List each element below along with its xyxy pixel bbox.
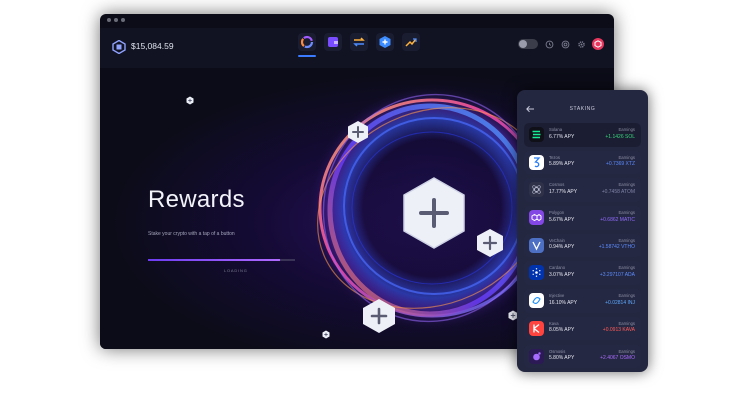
stake-plus-hex-right — [476, 228, 504, 258]
polygon-icon — [529, 210, 544, 226]
earnings-value: +0.6862 MATIC — [600, 216, 635, 223]
progress-fill — [148, 259, 281, 261]
staking-list: Solana 6.77% APY Earnings +1.1426 SOL Tezos 5… — [524, 123, 641, 372]
coin-name: Polygon — [549, 210, 565, 216]
app-logo-icon[interactable] — [112, 40, 126, 54]
wallet-icon — [328, 37, 338, 47]
plus-icon — [322, 330, 330, 339]
staking-row-tezos[interactable]: Tezos 5.89% APY Earnings +0.7369 XTZ — [524, 150, 641, 175]
loading-label: LOADING — [224, 268, 248, 273]
earnings-label: Earnings — [618, 182, 635, 188]
earnings-label: Earnings — [618, 348, 635, 354]
staking-row-injective[interactable]: Injective 16.10% APY Earnings +0.02814 INJ — [524, 289, 641, 313]
coin-name: Osmosis — [549, 348, 566, 354]
earnings-label: Earnings — [618, 210, 635, 216]
wallet-tab[interactable] — [324, 33, 342, 51]
staking-title: STAKING — [569, 106, 596, 112]
earnings-label: Earnings — [618, 293, 635, 299]
stake-plus-hex-bottom — [362, 298, 396, 334]
coin-apy: 3.07% APY — [549, 271, 575, 278]
tezos-icon — [529, 154, 544, 170]
page-title: Rewards — [148, 186, 245, 213]
earnings-value: +1.58742 VTHO — [598, 244, 635, 251]
staking-icon — [379, 36, 391, 48]
vechain-icon — [529, 237, 544, 253]
staking-panel-header: STAKING — [517, 90, 648, 126]
stake-plus-hex-tiny-bottom — [322, 330, 330, 339]
wallet-balance: $15,084.59 — [131, 41, 174, 51]
cosmos-icon — [529, 182, 544, 198]
coin-name: Kava — [549, 320, 559, 326]
kava-icon — [529, 320, 544, 336]
solana-icon — [529, 127, 544, 142]
earnings-value: +2.4067 OSMO — [600, 355, 635, 361]
support-icon[interactable] — [560, 39, 570, 49]
earnings-value: +3.297107 ADA — [599, 271, 635, 278]
staking-row-kava[interactable]: Kava 8.05% APY Earnings +0.0913 KAVA — [524, 316, 641, 341]
earnings-value: +0.02814 INJ — [605, 299, 635, 306]
coin-name: VeChain — [549, 237, 565, 243]
coin-apy: 8.05% APY — [549, 327, 575, 334]
exchange-tab[interactable] — [350, 33, 368, 51]
window-actions — [518, 38, 604, 50]
window-controls[interactable] — [107, 18, 125, 22]
plus-icon — [477, 229, 503, 257]
coin-name: Cardano — [549, 265, 566, 271]
earnings-label: Earnings — [618, 127, 635, 132]
earnings-value: +1.1426 SOL — [605, 133, 635, 140]
staking-row-cosmos[interactable]: Cosmos 17.77% APY Earnings +0.7458 ATOM — [524, 178, 641, 202]
stake-plus-hex-small-top — [347, 120, 369, 144]
stake-plus-hex-large[interactable] — [400, 176, 468, 250]
coin-apy: 5.80% APY — [549, 355, 575, 361]
injective-icon — [529, 293, 544, 309]
coin-name: Injective — [549, 293, 565, 299]
coin-name: Tezos — [549, 154, 560, 160]
osmosis-icon — [529, 348, 544, 364]
coin-apy: 6.77% APY — [549, 133, 575, 140]
main-nav — [298, 33, 420, 57]
earnings-value: +0.7458 ATOM — [601, 188, 635, 195]
plus-icon — [186, 96, 194, 105]
staking-row-osmosis[interactable]: Osmosis 5.80% APY Earnings +2.4067 OSMO — [524, 344, 641, 368]
staking-panel: STAKING Solana 6.77% APY Earnings +1.1426 S… — [517, 90, 648, 372]
privacy-toggle[interactable] — [518, 39, 538, 49]
coin-apy: 0.94% APY — [549, 244, 575, 251]
coin-apy: 17.77% APY — [549, 188, 578, 195]
coin-apy: 5.89% APY — [549, 161, 575, 168]
notification-icon[interactable] — [592, 38, 604, 50]
cardano-icon — [529, 265, 544, 281]
plus-icon — [403, 177, 465, 249]
coin-apy: 16.10% APY — [549, 299, 578, 306]
portfolio-tab[interactable] — [298, 33, 316, 57]
earnings-label: Earnings — [618, 237, 635, 243]
earnings-value: +0.0913 KAVA — [602, 327, 635, 334]
staking-row-vechain[interactable]: VeChain 0.94% APY Earnings +1.58742 VTHO — [524, 233, 641, 258]
coin-apy: 5.67% APY — [549, 216, 575, 223]
staking-tab[interactable] — [376, 33, 394, 51]
exchange-icon — [353, 37, 365, 47]
settings-gear-icon[interactable] — [576, 39, 586, 49]
top-bar: $15,084.59 — [100, 28, 614, 68]
plus-icon — [363, 299, 395, 333]
staking-row-polygon[interactable]: Polygon 5.67% APY Earnings +0.6862 MATIC — [524, 206, 641, 230]
staking-row-solana[interactable]: Solana 6.77% APY Earnings +1.1426 SOL — [524, 123, 641, 147]
loading-progress-bar — [148, 259, 295, 261]
portfolio-icon — [300, 35, 314, 49]
earnings-label: Earnings — [618, 154, 635, 160]
coin-name: Cosmos — [549, 182, 565, 188]
history-icon[interactable] — [544, 39, 554, 49]
trending-up-icon — [405, 38, 417, 47]
plus-icon — [348, 121, 368, 143]
earnings-label: Earnings — [618, 265, 635, 271]
coin-name: Solana — [549, 127, 563, 132]
staking-row-cardano[interactable]: Cardano 3.07% APY Earnings +3.297107 ADA — [524, 261, 641, 285]
earnings-label: Earnings — [618, 320, 635, 326]
page-subtitle: Stake your crypto with a tap of a button — [148, 231, 235, 237]
earnings-value: +0.7369 XTZ — [605, 161, 635, 168]
stake-plus-hex-tiny-left — [186, 96, 194, 105]
markets-tab[interactable] — [402, 33, 420, 51]
